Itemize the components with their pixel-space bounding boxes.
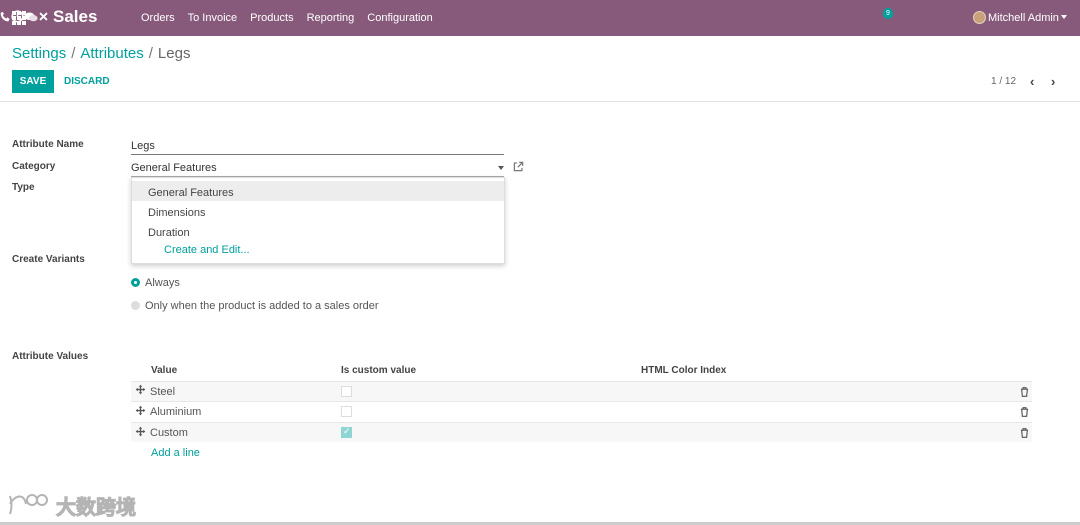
apps-menu-icon[interactable] xyxy=(12,11,26,25)
category-dropdown-caret-icon[interactable] xyxy=(498,166,504,170)
type-label: Type xyxy=(12,182,35,193)
add-a-line-link[interactable]: Add a line xyxy=(151,447,200,459)
trash-icon[interactable] xyxy=(1020,406,1029,420)
create-and-edit-option[interactable]: Create and Edit... xyxy=(164,244,250,256)
table-row[interactable] xyxy=(131,381,1032,401)
category-select[interactable]: General Features xyxy=(131,160,504,177)
trash-icon[interactable] xyxy=(1020,427,1029,441)
chat-icon[interactable] xyxy=(24,11,38,26)
value-cell[interactable]: Custom xyxy=(150,427,188,439)
breadcrumb-attributes[interactable]: Attributes xyxy=(80,45,143,62)
dropdown-option-duration[interactable]: Duration xyxy=(132,221,504,241)
drag-handle-icon[interactable] xyxy=(135,426,146,440)
menu-item-reporting[interactable]: Reporting xyxy=(307,12,355,24)
user-avatar[interactable] xyxy=(973,11,986,24)
is-custom-checkbox[interactable] xyxy=(341,386,352,397)
category-dropdown: General Features Dimensions Duration Cre… xyxy=(131,177,505,264)
radio-on-sales-order-label[interactable]: Only when the product is added to a sale… xyxy=(145,300,379,312)
dropdown-option-general-features[interactable]: General Features xyxy=(132,181,504,201)
radio-always[interactable] xyxy=(131,278,140,287)
is-custom-checkbox[interactable] xyxy=(341,426,352,438)
column-header-is-custom[interactable]: Is custom value xyxy=(341,365,416,376)
radio-on-sales-order[interactable] xyxy=(131,301,140,310)
pager-value[interactable]: 1 / 12 xyxy=(991,76,1016,87)
control-panel-divider xyxy=(0,101,1080,102)
user-menu[interactable]: Mitchell Admin xyxy=(988,12,1059,24)
drag-handle-icon[interactable] xyxy=(135,405,146,419)
drag-handle-icon[interactable] xyxy=(135,384,146,398)
menu-item-to-invoice[interactable]: To Invoice xyxy=(188,12,238,24)
debug-tools-icon[interactable] xyxy=(38,11,49,25)
table-row[interactable] xyxy=(131,401,1032,421)
attribute-name-label: Attribute Name xyxy=(12,139,84,150)
save-button[interactable]: SAVE xyxy=(12,70,54,93)
activity-count-badge: 9 xyxy=(883,8,893,19)
is-custom-checkbox[interactable] xyxy=(341,406,352,417)
radio-always-label[interactable]: Always xyxy=(145,277,180,289)
column-header-value[interactable]: Value xyxy=(151,365,177,376)
user-menu-caret-icon[interactable] xyxy=(1061,15,1067,19)
column-header-html-color-index[interactable]: HTML Color Index xyxy=(641,365,726,376)
table-row[interactable] xyxy=(131,422,1032,442)
watermark-text: 大数跨境 xyxy=(56,497,137,520)
create-variants-label: Create Variants xyxy=(12,254,85,265)
top-navbar: Sales Orders To Invoice Products Reporti… xyxy=(0,0,1080,36)
category-label: Category xyxy=(12,161,56,172)
menu-item-orders[interactable]: Orders xyxy=(141,12,175,24)
pager-next-icon[interactable]: › xyxy=(1051,74,1055,89)
watermark: 大数跨境 xyxy=(6,490,137,521)
main-menu: Orders To Invoice Products Reporting Con… xyxy=(141,12,446,24)
app-name: Sales xyxy=(53,7,98,26)
breadcrumb: Settings / Attributes / Legs xyxy=(12,45,190,62)
phone-icon[interactable] xyxy=(0,11,11,25)
discard-button[interactable]: DISCARD xyxy=(64,76,110,87)
watermark-logo-icon xyxy=(6,490,50,521)
pager-previous-icon[interactable]: ‹ xyxy=(1030,74,1034,89)
breadcrumb-separator: / xyxy=(148,45,153,62)
breadcrumb-current: Legs xyxy=(157,45,191,62)
menu-item-products[interactable]: Products xyxy=(250,12,293,24)
attribute-values-label: Attribute Values xyxy=(12,351,89,362)
value-cell[interactable]: Steel xyxy=(150,386,175,398)
value-cell[interactable]: Aluminium xyxy=(150,406,201,418)
external-link-icon[interactable] xyxy=(513,161,524,175)
dropdown-option-dimensions[interactable]: Dimensions xyxy=(132,201,504,221)
attribute-name-input[interactable]: Legs xyxy=(131,138,504,155)
trash-icon[interactable] xyxy=(1020,386,1029,400)
breadcrumb-settings[interactable]: Settings xyxy=(12,45,66,62)
breadcrumb-separator: / xyxy=(71,45,76,62)
menu-item-configuration[interactable]: Configuration xyxy=(367,12,432,24)
